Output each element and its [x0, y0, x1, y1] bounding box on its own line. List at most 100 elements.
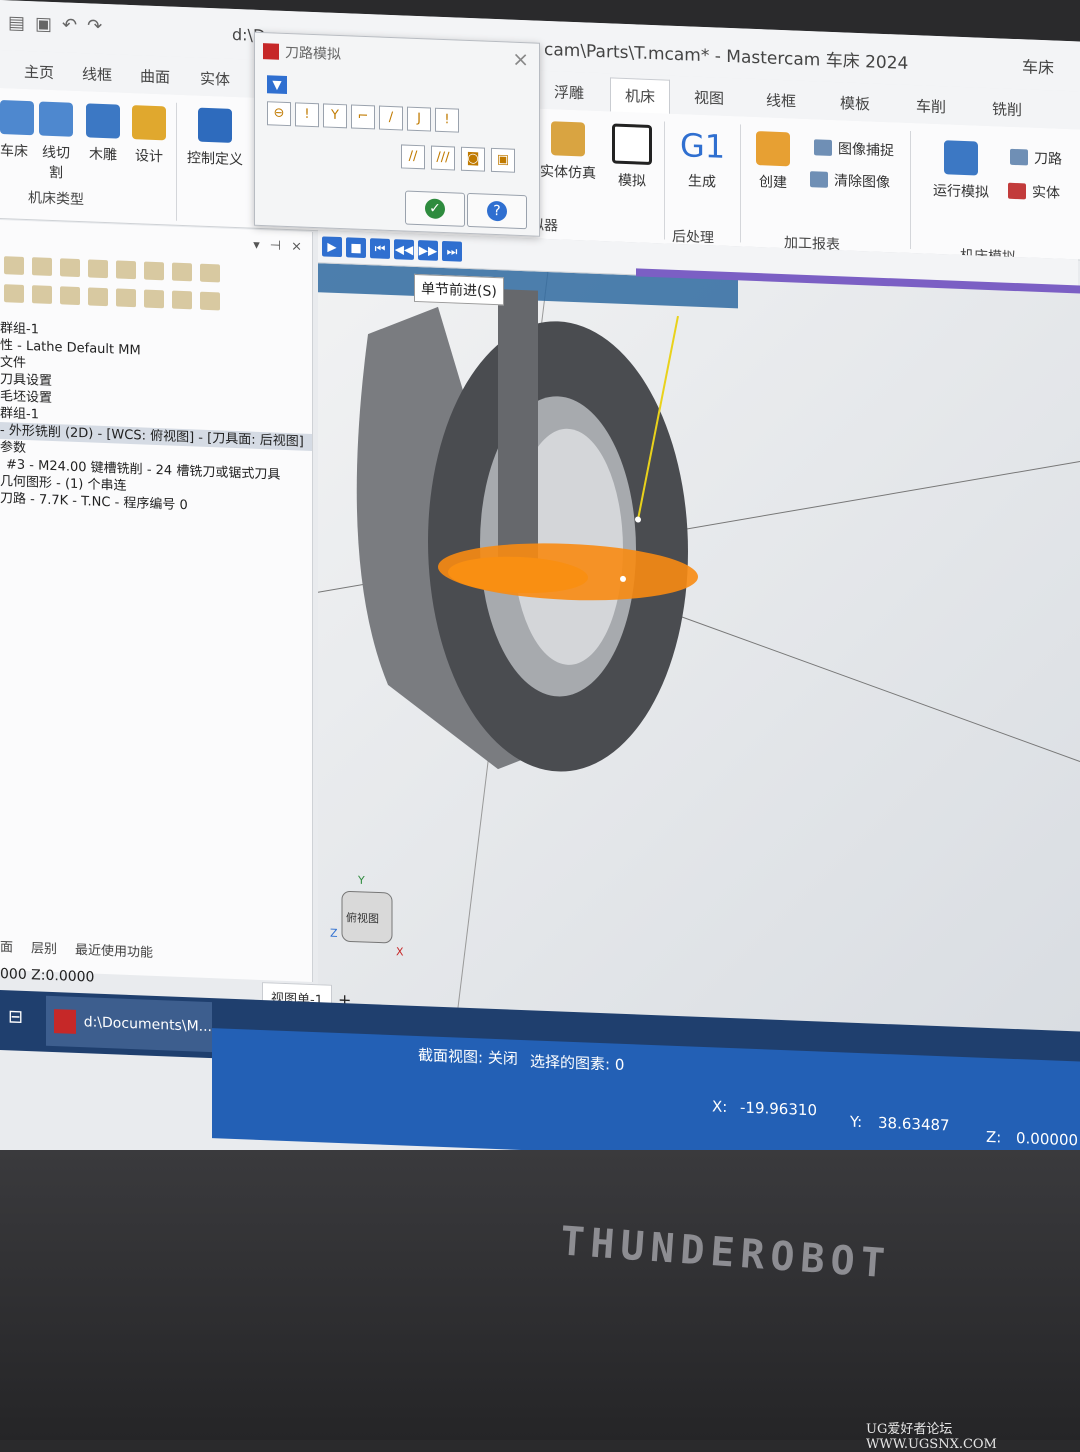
group-separator	[664, 121, 665, 240]
backplot-button[interactable]: 模拟	[610, 123, 654, 191]
wire-edm-label: 线切割	[42, 144, 70, 182]
taskbar-mastercam-item[interactable]: d:\Documents\M...	[46, 995, 212, 1053]
router-button[interactable]: 木雕	[86, 103, 120, 164]
shaded-tool-icon[interactable]: J	[407, 106, 431, 132]
solid-verify-button[interactable]: 实体仿真	[536, 121, 600, 183]
close-icon[interactable]: ×	[291, 239, 302, 254]
tab-turning[interactable]: 车削	[916, 95, 946, 117]
y-axis-label: Y	[357, 874, 365, 887]
tooltip: 单节前进(S)	[414, 273, 504, 306]
forum-watermark: UG爱好者论坛 WWW.UGSNX.COM	[866, 1422, 997, 1452]
tab-solids[interactable]: 实体	[200, 68, 230, 90]
tab-surfaces[interactable]: 曲面	[140, 65, 170, 87]
panel-menu-icon[interactable]: ▾	[253, 238, 260, 253]
tab-view[interactable]: 视图	[694, 87, 724, 109]
stop-button[interactable]: ■	[346, 237, 366, 259]
ok-button[interactable]: ✓	[405, 190, 465, 227]
design-button[interactable]: 设计	[132, 105, 166, 166]
tab-templates[interactable]: 模板	[840, 92, 870, 114]
toolpath-sim-button[interactable]: 刀路	[1010, 147, 1062, 169]
pin-icon[interactable]: ⊣	[270, 238, 281, 253]
section-view-status[interactable]: 截面视图: 关闭	[418, 1044, 518, 1069]
hide-icon[interactable]	[116, 288, 136, 308]
task-view-icon[interactable]: ⊟	[8, 1006, 23, 1028]
step-back-button[interactable]: ◀◀	[394, 239, 414, 260]
save-icon[interactable]: ▣	[35, 13, 52, 35]
regenerate-icon[interactable]	[32, 257, 52, 276]
run-simulation-button[interactable]: 运行模拟	[924, 139, 998, 202]
tab-relief[interactable]: 浮雕	[554, 81, 584, 103]
rapid-display-icon[interactable]: ⌐	[351, 104, 375, 130]
solid-sim-button[interactable]: 实体	[1008, 181, 1060, 203]
dialog-close-button[interactable]: ×	[512, 47, 529, 72]
toolpath-filter-icon[interactable]	[60, 258, 80, 278]
play-button[interactable]: ▶	[322, 236, 342, 258]
lathe-machine-button[interactable]: 车床	[0, 100, 34, 161]
move-up-icon[interactable]	[32, 285, 52, 304]
tool-info-icon[interactable]: !	[435, 107, 459, 133]
graphics-viewport[interactable]	[318, 262, 1080, 1032]
toolpath-multi-icon[interactable]: ///	[431, 145, 455, 171]
control-definition-button[interactable]: 控制定义	[186, 107, 244, 169]
select-all-icon[interactable]	[4, 256, 24, 275]
y-coord-label: Y:	[850, 1112, 863, 1132]
check-icon: ✓	[425, 198, 445, 220]
view-cube[interactable]: 俯视图 Y Z X	[330, 873, 410, 970]
z-coord-value[interactable]: 0.00000	[1016, 1129, 1078, 1149]
tab-recent-functions[interactable]: 最近使用功能	[75, 939, 153, 961]
group-separator	[910, 130, 911, 249]
endpoint-display-icon[interactable]: /	[379, 105, 403, 131]
step-forward-button[interactable]: ▶▶	[418, 240, 438, 261]
undo-icon[interactable]: ↶	[62, 14, 77, 36]
color-cycle-icon[interactable]: ⊖	[267, 101, 291, 127]
post-generate-button[interactable]: G1 生成	[680, 126, 726, 192]
part-model	[318, 262, 1080, 1008]
z-axis-label: Z	[330, 927, 338, 940]
holder-display-icon[interactable]: Y	[323, 103, 347, 129]
tool-display-icon[interactable]: !	[295, 102, 319, 128]
tab-milling[interactable]: 铣削	[992, 98, 1022, 120]
redo-icon[interactable]: ↷	[87, 15, 102, 37]
camera-icon	[814, 139, 832, 156]
tab-wireframe[interactable]: 线框	[82, 63, 112, 85]
stock-icon[interactable]	[88, 259, 108, 279]
options-icon[interactable]	[172, 290, 192, 310]
move-down-icon[interactable]	[4, 284, 24, 303]
report-create-label: 创建	[759, 174, 787, 192]
context-label: 车床	[1022, 57, 1055, 78]
open-icon[interactable]: ▤	[8, 12, 25, 34]
screenshot-icon[interactable]: ◙	[461, 146, 485, 172]
quick-access-toolbar: ▤ ▣ ↶ ↷	[8, 12, 102, 37]
expand-icon[interactable]	[88, 287, 108, 307]
tool-shank	[498, 289, 538, 571]
insert-arrow-icon[interactable]	[60, 286, 80, 306]
help-button[interactable]: ?	[467, 192, 527, 230]
wire-edm-button[interactable]: 线切割	[36, 101, 76, 183]
g1-icon: G1	[680, 126, 726, 166]
save-geometry-icon[interactable]: ▣	[491, 147, 515, 173]
move-icon[interactable]	[144, 261, 164, 281]
coordinate-readout-left: 000 Z:0.0000	[0, 966, 95, 986]
lathe-machine-label: 车床	[0, 143, 28, 161]
fast-forward-button[interactable]: ⏭	[442, 240, 462, 262]
tab-wireframe-2[interactable]: 线框	[766, 89, 796, 111]
toolpath-lines-icon[interactable]: //	[401, 144, 425, 170]
y-coord-value[interactable]: 38.63487	[878, 1114, 950, 1135]
clear-images-button[interactable]: 清除图像	[810, 169, 890, 192]
panel-header-controls: ▾ ⊣ ×	[253, 238, 302, 255]
x-coord-value[interactable]: -19.96310	[740, 1098, 817, 1119]
clear-image-icon	[810, 171, 828, 188]
image-capture-button[interactable]: 图像捕捉	[814, 137, 894, 160]
collapse-toggle-icon[interactable]: ▼	[267, 75, 287, 95]
g1-small-icon[interactable]	[116, 260, 136, 280]
tool-icon[interactable]	[200, 291, 220, 311]
tab-planes[interactable]: 面	[0, 936, 13, 956]
lock-icon[interactable]	[172, 262, 192, 282]
help-small-icon[interactable]	[200, 263, 220, 283]
rewind-button[interactable]: ⏮	[370, 238, 390, 259]
report-create-button[interactable]: 创建	[752, 131, 794, 193]
tab-levels[interactable]: 层别	[31, 937, 57, 957]
tab-home[interactable]: 主页	[24, 61, 54, 83]
router-icon	[86, 103, 120, 139]
post-icon[interactable]	[144, 289, 164, 309]
